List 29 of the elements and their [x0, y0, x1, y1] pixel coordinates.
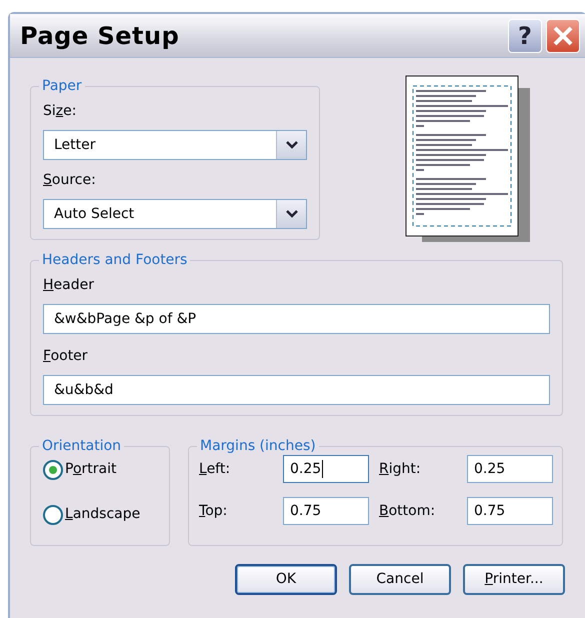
radio-button[interactable] — [43, 460, 63, 480]
input-field[interactable]: &w&bPage &p of &P — [43, 304, 550, 334]
field-label: Right: — [379, 460, 422, 478]
dialog-button[interactable]: Cancel — [349, 564, 451, 595]
field-label: Source: — [43, 171, 97, 190]
radio-button[interactable] — [43, 504, 63, 524]
field-label: Size: — [43, 102, 78, 121]
dropdown[interactable]: Auto Select — [43, 199, 307, 229]
radio-label: Portrait — [65, 460, 116, 479]
close-icon — [552, 24, 574, 46]
dropdown[interactable]: Letter — [43, 130, 307, 160]
input-field[interactable]: 0.75 — [467, 497, 553, 525]
input-field[interactable]: 0.25 — [467, 455, 553, 483]
field-label: Bottom: — [379, 502, 436, 520]
group-label: Paper — [39, 77, 85, 95]
input-field[interactable]: &u&b&d — [43, 375, 550, 405]
field-label: Left: — [199, 460, 232, 478]
field-label: Top: — [199, 502, 228, 520]
help-button[interactable]: ? — [508, 18, 542, 52]
dialog-button[interactable]: OK — [235, 564, 337, 595]
input-field[interactable]: 0.75 — [283, 497, 369, 525]
window-title: Page Setup — [20, 20, 180, 52]
radio-label: Landscape — [65, 505, 140, 524]
group-label: Margins (inches) — [197, 437, 319, 455]
field-label: Header — [43, 276, 95, 295]
dialog-button[interactable]: Printer... — [463, 564, 565, 595]
close-button[interactable] — [546, 18, 580, 52]
field-label: Footer — [43, 347, 89, 366]
input-field[interactable]: 0.25 — [283, 455, 369, 483]
